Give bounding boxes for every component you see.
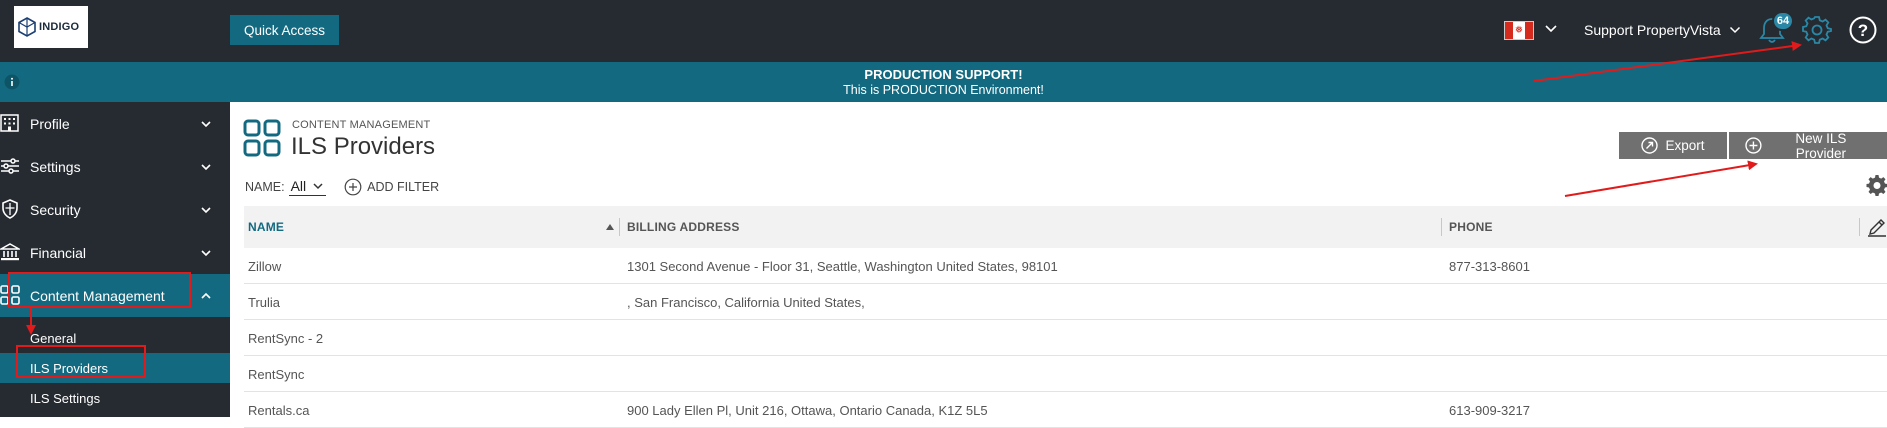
- breadcrumb[interactable]: CONTENT MANAGEMENT: [292, 119, 430, 131]
- table-header: NAME BILLING ADDRESS PHONE: [244, 206, 1887, 248]
- cell-phone: 613-909-3217: [1449, 402, 1530, 418]
- quick-access-button[interactable]: Quick Access: [230, 15, 339, 45]
- plus-circle-icon: [344, 178, 362, 196]
- notification-badge: 64: [1772, 11, 1794, 31]
- export-label: Export: [1665, 138, 1705, 153]
- sidebar: Profile Settings Security Financial Cont…: [0, 102, 230, 417]
- column-header-phone[interactable]: PHONE: [1449, 206, 1493, 248]
- indigo-logo[interactable]: INDIGO: [14, 6, 88, 48]
- column-header-name[interactable]: NAME: [248, 206, 284, 248]
- table-row[interactable]: Zillow 1301 Second Avenue - Floor 31, Se…: [244, 248, 1887, 284]
- cell-name: Trulia: [248, 294, 281, 310]
- user-name: Support PropertyVista: [1584, 22, 1721, 38]
- cell-address: , San Francisco, California United State…: [627, 294, 865, 310]
- sort-ascending-icon[interactable]: [606, 224, 614, 230]
- chevron-down-icon: [313, 183, 323, 190]
- add-filter-button[interactable]: ADD FILTER: [344, 178, 439, 196]
- sidebar-item-financial[interactable]: Financial: [0, 231, 230, 274]
- filter-name-label: NAME:: [245, 180, 285, 194]
- table-row[interactable]: RentSync: [244, 356, 1887, 392]
- table-row[interactable]: Trulia , San Francisco, California Unite…: [244, 284, 1887, 320]
- sidebar-subitem-label: ILS Settings: [30, 390, 101, 406]
- chevron-down-icon: [1729, 26, 1740, 34]
- sidebar-item-label: Content Management: [30, 287, 165, 304]
- chevron-down-icon: [201, 121, 211, 128]
- sidebar-subitem-label: ILS Providers: [30, 360, 109, 376]
- sidebar-item-security[interactable]: Security: [0, 188, 230, 231]
- banner-subtitle: This is PRODUCTION Environment!: [843, 83, 1044, 97]
- column-header-billing-address[interactable]: BILLING ADDRESS: [627, 206, 740, 248]
- chevron-down-icon[interactable]: [1544, 22, 1558, 36]
- canada-flag-icon[interactable]: ❅: [1504, 21, 1534, 40]
- top-bar: INDIGO Quick Access ❅ Support PropertyVi…: [0, 0, 1887, 62]
- column-divider: [1859, 218, 1860, 236]
- shield-icon: [2, 199, 18, 219]
- cell-address: 900 Lady Ellen Pl, Unit 216, Ottawa, Ont…: [627, 402, 988, 418]
- logo-text: INDIGO: [39, 21, 80, 33]
- sliders-icon: [1, 158, 19, 174]
- table-row[interactable]: Rentals.ca 900 Lady Ellen Pl, Unit 216, …: [244, 392, 1887, 428]
- sidebar-item-label: Financial: [30, 244, 87, 261]
- chevron-down-icon: [201, 207, 211, 214]
- sidebar-item-settings[interactable]: Settings: [0, 145, 230, 188]
- cell-phone: 877-313-8601: [1449, 258, 1530, 274]
- help-icon[interactable]: ?: [1848, 15, 1878, 45]
- filter-bar: NAME: All ADD FILTER: [245, 178, 439, 196]
- production-banner: PRODUCTION SUPPORT! This is PRODUCTION E…: [0, 62, 1887, 102]
- filter-selected-value: All: [290, 178, 307, 194]
- building-icon: [0, 114, 19, 132]
- ils-providers-table: NAME BILLING ADDRESS PHONE Zillow 1301 S…: [244, 206, 1887, 428]
- new-ils-provider-label: New ILS Provider: [1795, 130, 1847, 161]
- grid-icon: [0, 285, 20, 305]
- sidebar-item-label: Profile: [30, 115, 70, 132]
- grid-icon: [243, 119, 281, 157]
- main-content: CONTENT MANAGEMENT ILS Providers Export …: [230, 102, 1887, 428]
- sidebar-item-profile[interactable]: Profile: [0, 102, 230, 145]
- export-button[interactable]: Export: [1619, 132, 1727, 159]
- sidebar-item-label: Settings: [30, 158, 81, 175]
- sidebar-item-label: Security: [30, 201, 81, 218]
- svg-text:?: ?: [1858, 21, 1868, 40]
- sidebar-subitem-label: General: [30, 330, 77, 346]
- chevron-down-icon: [201, 250, 211, 257]
- gear-icon[interactable]: [1802, 15, 1832, 45]
- sidebar-item-content-management[interactable]: Content Management: [0, 274, 230, 317]
- export-icon: [1641, 137, 1659, 154]
- plus-circle-icon: [1745, 137, 1762, 154]
- cell-name: Zillow: [248, 258, 282, 274]
- banner-title: PRODUCTION SUPPORT!: [864, 67, 1023, 82]
- logo-cube-icon: [18, 17, 36, 37]
- sidebar-subitem-general[interactable]: General: [0, 323, 230, 353]
- column-divider: [1441, 218, 1442, 236]
- edit-columns-icon[interactable]: [1867, 217, 1887, 237]
- name-filter-select[interactable]: All: [288, 178, 327, 196]
- cell-name: RentSync - 2: [248, 330, 324, 346]
- sidebar-subitem-ils-providers[interactable]: ILS Providers: [0, 353, 230, 383]
- gear-icon[interactable]: [1866, 174, 1887, 196]
- sidebar-subitem-ils-settings[interactable]: ILS Settings: [0, 383, 230, 413]
- user-menu[interactable]: Support PropertyVista: [1584, 22, 1741, 38]
- page-title: ILS Providers: [291, 133, 436, 160]
- chevron-up-icon: [201, 292, 211, 299]
- chevron-down-icon: [201, 164, 211, 171]
- table-row[interactable]: RentSync - 2: [244, 320, 1887, 356]
- bank-icon: [0, 243, 20, 261]
- add-filter-label: ADD FILTER: [367, 180, 440, 194]
- cell-name: RentSync: [248, 366, 305, 382]
- new-ils-provider-button[interactable]: New ILS Provider: [1729, 130, 1887, 161]
- cell-name: Rentals.ca: [248, 402, 310, 418]
- column-divider: [619, 218, 620, 236]
- cell-address: 1301 Second Avenue - Floor 31, Seattle, …: [627, 258, 1058, 274]
